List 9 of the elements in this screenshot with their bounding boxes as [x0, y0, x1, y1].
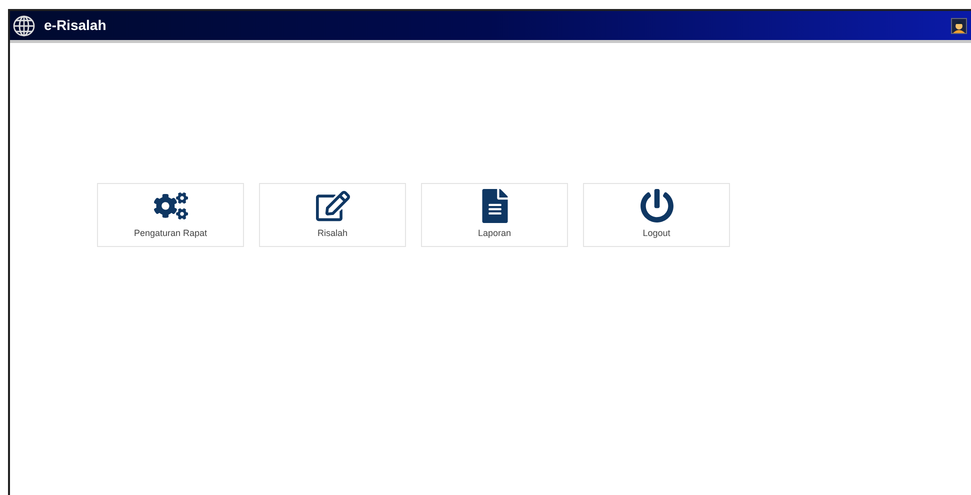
- menu-tile[interactable]: Logout: [583, 183, 730, 247]
- globe-icon: [12, 14, 36, 36]
- app-title: e-Risalah: [44, 16, 106, 35]
- menu-tile[interactable]: Pengaturan Rapat: [97, 183, 244, 247]
- user-icon: [952, 18, 966, 32]
- user-avatar-button[interactable]: [951, 18, 967, 34]
- menu-tile[interactable]: Risalah: [259, 183, 406, 247]
- power-icon: [640, 189, 674, 224]
- menu-tile[interactable]: Laporan: [421, 183, 568, 247]
